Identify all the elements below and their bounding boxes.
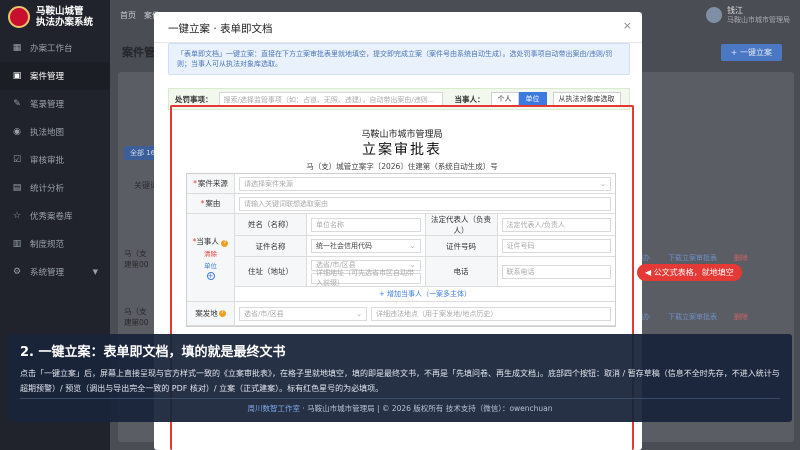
map-pin-icon: ◉ [13, 127, 21, 137]
sidebar-item-label: 优秀案卷库 [30, 212, 73, 222]
form-title: 立案审批表 [362, 142, 442, 158]
divider [20, 398, 780, 399]
caption-title: 2. 一键立案：表单即文档，填的就是最终文书 [20, 345, 286, 360]
user-org: 马鞍山市城市管理局 [727, 15, 790, 24]
party-type-label: 当事人： [454, 94, 485, 104]
chevron-down-icon: ⌄ [356, 309, 362, 318]
location-region-select[interactable]: 选省/市/区县 ⌄ [239, 306, 367, 321]
party-type-badge: 单位 [204, 261, 217, 270]
sidebar-item-approval[interactable]: ☑ 审核审批 [0, 146, 110, 174]
sidebar-item-label: 系统管理 [30, 268, 65, 278]
callout-tag: ◀ 公文式表格，就地填空 [637, 264, 742, 281]
id-no-input[interactable]: 证件号码 [501, 239, 611, 253]
case-source-label: * 案件来源 [187, 174, 235, 193]
quick-case-button[interactable]: + 一键立案 [720, 44, 782, 61]
settings-icon: ⚙ [12, 267, 22, 277]
legal-rep-label: 法定代表人（负责人） [425, 214, 498, 235]
sidebar-item-workbench[interactable]: ▦ 办案工作台 [0, 34, 110, 62]
sidebar-item-notes[interactable]: ✎ 笔录管理 [0, 90, 110, 118]
location-detail-input[interactable]: 详细违法地点（用于案发地/地点历史） [371, 306, 611, 321]
case-source-select[interactable]: 请选择案件来源 ⌄ [239, 176, 611, 191]
phone-label: 电话 [425, 257, 498, 286]
footer-support: 技术支持（微信）：owenchuan [445, 404, 553, 413]
chevron-down-icon: ⌄ [409, 242, 416, 250]
app-title-line1: 马鞍山城管 [36, 6, 84, 17]
user-menu[interactable]: 钱江 马鞍山市城市管理局 [706, 6, 790, 25]
address-label: 住址（地址） [235, 257, 307, 286]
party-type-toggle: 个人 单位 [490, 92, 547, 106]
row-download-link[interactable]: 下载立案审批表 [668, 312, 717, 322]
help-icon: ? [218, 310, 226, 317]
sidebar-item-map[interactable]: ◉ 执法地图 [0, 118, 110, 146]
footer-org: 马鞍山市城市管理局 [307, 404, 375, 413]
sidebar-item-label: 执法地图 [30, 128, 65, 138]
phone-input[interactable]: 联系电话 [501, 264, 611, 279]
row-download-link[interactable]: 下载立案审批表 [668, 253, 717, 263]
close-icon[interactable]: × [623, 19, 632, 32]
table-row: 建第00 [124, 318, 149, 327]
modal-title: 一键立案 · 表单即文档 [168, 23, 273, 35]
sidebar-item-system[interactable]: ⚙ 系统管理 ▼ [0, 258, 110, 286]
address-input[interactable]: 详细地址（可先选省市区自动带入前缀） [311, 269, 421, 287]
emblem-icon [8, 6, 30, 28]
chevron-down-icon: ⌄ [600, 179, 606, 188]
name-label: 姓名（名称） [235, 214, 307, 235]
row-delete-link[interactable]: 删除 [734, 312, 748, 322]
sidebar-item-label: 统计分析 [30, 184, 65, 194]
pick-from-library-button[interactable]: 从执法对象库选取 [552, 92, 621, 106]
caption-overlay: 2. 一键立案：表单即文档，填的就是最终文书 点击「一键立案」后，屏幕上直接呈现… [8, 334, 792, 422]
sidebar-item-label: 制度规范 [30, 240, 65, 250]
form-doc-number: 马（支）城管立案字〔2026〕住建第（系统自动生成）号 [306, 162, 498, 171]
caption-body: 点击「一键立案」后，屏幕上直接呈现与官方样式一致的《立案审批表》，在格子里就地填… [20, 369, 780, 393]
table-row: 建第00 [124, 260, 149, 269]
sidebar-item-rules[interactable]: ▥ 制度规范 [0, 230, 110, 258]
chevron-down-icon: ▼ [92, 268, 98, 276]
id-type-label: 证件名称 [235, 236, 307, 256]
row-delete-link[interactable]: 删除 [734, 253, 748, 263]
dashboard-icon: ▦ [12, 43, 22, 53]
sidebar-item-stats[interactable]: ▤ 统计分析 [0, 174, 110, 202]
user-name: 钱江 [727, 5, 743, 15]
folder-icon: ▣ [12, 71, 22, 81]
cause-label: * 案由 [187, 194, 235, 213]
location-label: 案发地 ? [187, 302, 235, 325]
footer-copyright: © 2026 版权所有 [381, 404, 444, 413]
add-icon[interactable]: + [206, 271, 215, 280]
avatar [706, 7, 722, 23]
table-row: 马（支 [124, 249, 147, 258]
sidebar-item-label: 笔录管理 [30, 100, 65, 110]
add-party-link[interactable]: + 增加当事人（一案多主体） [235, 287, 615, 301]
app-title-line2: 执法办案系统 [36, 17, 94, 28]
party-clear-button[interactable]: 清除 [204, 248, 217, 258]
notes-icon: ✎ [13, 99, 21, 109]
party-type-org[interactable]: 单位 [518, 92, 547, 106]
sidebar-item-cases-library[interactable]: ☆ 优秀案卷库 [0, 202, 110, 230]
info-banner: 「表单即文档」一键立案：直接在下方立案审批表里就地填空，提交即完成立案（案件号由… [168, 43, 630, 75]
form-table: * 案件来源 请选择案件来源 ⌄ * 案由 请输入关键词联想选取案由 *当事人 ? 清… [186, 173, 616, 327]
cause-input[interactable]: 请输入关键词联想选取案由 [239, 196, 611, 211]
name-input[interactable]: 单位名称 [311, 217, 421, 232]
id-type-select[interactable]: 统一社会信用代码 ⌄ [311, 239, 421, 253]
party-type-person[interactable]: 个人 [490, 92, 519, 106]
penalty-label: 处罚事项： [175, 94, 213, 104]
studio-link[interactable]: 周川数智工作室 [247, 404, 300, 413]
star-icon: ☆ [12, 211, 22, 221]
approve-icon: ☑ [12, 155, 22, 165]
table-row: 马（支 [124, 307, 147, 316]
caption-footer: 周川数智工作室 · 马鞍山市城市管理局 | © 2026 版权所有 技术支持（微… [247, 404, 553, 413]
app-logo: 马鞍山城管 执法办案系统 [0, 0, 110, 34]
document-icon: ▥ [12, 239, 22, 249]
breadcrumb-home[interactable]: 首页 [120, 10, 136, 21]
help-icon: ? [221, 239, 229, 247]
sidebar-item-cases[interactable]: ▣ 案件管理 [0, 62, 110, 90]
chart-icon: ▤ [12, 183, 22, 193]
sidebar-item-label: 办案工作台 [30, 44, 73, 54]
party-label: *当事人 ? 清除 单位 + [187, 214, 235, 301]
id-no-label: 证件号码 [425, 236, 498, 256]
sidebar-item-label: 审核审批 [30, 156, 65, 166]
sidebar-item-label: 案件管理 [30, 72, 65, 82]
legal-rep-input[interactable]: 法定代表人/负责人 [501, 217, 611, 232]
